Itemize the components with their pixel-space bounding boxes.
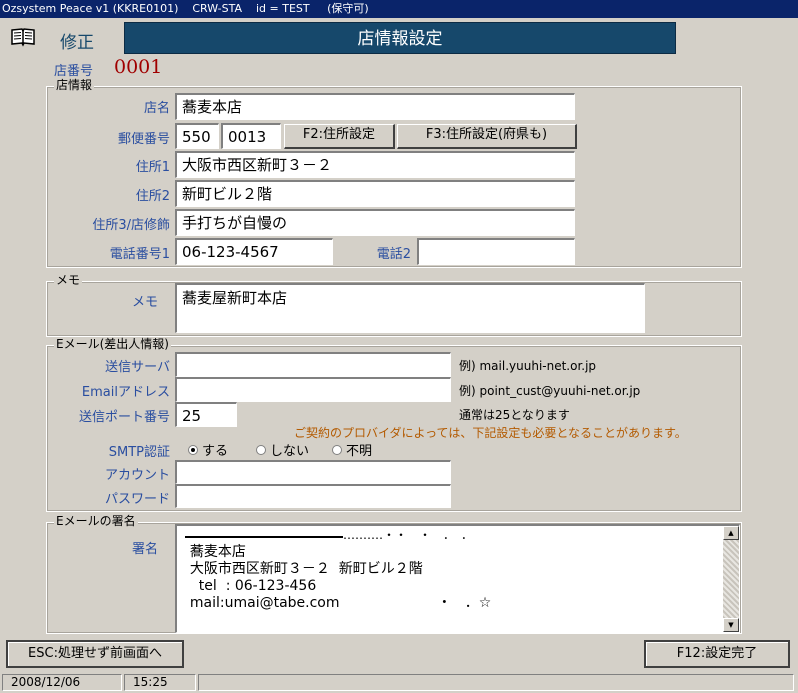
smtp-auth-option-unknown[interactable]: 不明 [332, 440, 372, 459]
signature-group-title: Eメールの署名 [54, 514, 138, 528]
email-address-field[interactable] [175, 377, 451, 402]
status-date: 2008/12/06 [2, 674, 122, 691]
page-title: 店情報設定 [124, 22, 676, 54]
address2-field[interactable]: 新町ビル２階 [175, 180, 575, 207]
signature-line: 大阪市西区新町３－２ 新町ビル２階 [181, 561, 423, 577]
address3-label: 住所3/店修飾 [92, 218, 170, 233]
radio-unknown[interactable] [332, 444, 342, 455]
memo-label: メモ [131, 295, 158, 310]
address3-field[interactable]: 手打ちが自慢の [175, 209, 575, 236]
password-field[interactable] [175, 484, 451, 508]
smtp-port-field[interactable]: 25 [175, 402, 237, 427]
mode-label: 修正 [60, 33, 94, 53]
smtp-auth-option-no[interactable]: しない [256, 440, 309, 459]
postal-code-part2-field[interactable]: 0013 [221, 123, 281, 149]
esc-back-button[interactable]: ESC:処理せず前画面へ [6, 640, 184, 668]
phone2-label: 電話2 [376, 247, 411, 262]
smtp-auth-option-yes[interactable]: する [188, 440, 228, 459]
signature-line: tel : 06-123-456 [181, 578, 317, 594]
account-field[interactable] [175, 460, 451, 484]
address-lookup-button[interactable]: F2:住所設定 [284, 124, 395, 149]
email-address-example: 例) point_cust@yuuhi-net.or.jp [459, 384, 641, 398]
scroll-down-icon[interactable]: ▼ [723, 618, 739, 632]
signature-label: 署名 [131, 542, 158, 557]
f12-complete-button[interactable]: F12:設定完了 [644, 640, 790, 668]
memo-group-title: メモ [54, 273, 83, 287]
postal-code-label: 郵便番号 [117, 132, 170, 147]
signature-scrollbar[interactable]: ▲ ▼ [723, 526, 739, 632]
book-icon [10, 26, 36, 48]
store-name-field[interactable]: 蕎麦本店 [175, 93, 575, 120]
store-name-label: 店名 [143, 101, 170, 116]
phone1-label: 電話番号1 [109, 247, 170, 262]
signature-rule [185, 536, 343, 538]
status-panel [198, 674, 794, 691]
account-label: アカウント [104, 468, 170, 483]
signature-text: 蕎麦本店 大阪市西区新町３－２ 新町ビル２階 tel : 06-123-456 … [181, 544, 491, 612]
email-group-title: Eメール(差出人情報) [54, 337, 171, 351]
signature-line: mail:umai@tabe.com ・ ．☆ [181, 595, 492, 611]
email-address-label: Emailアドレス [81, 385, 170, 400]
radio-no[interactable] [256, 444, 266, 455]
radio-unknown-label: 不明 [346, 444, 373, 459]
smtp-port-label: 送信ポート番号 [78, 410, 170, 425]
address2-label: 住所2 [135, 189, 170, 204]
signature-dots: ……‥‥・・ ・ ． ． [343, 528, 474, 542]
smtp-auth-label: SMTP認証 [108, 445, 170, 460]
store-number-value: 0001 [114, 56, 163, 78]
address1-label: 住所1 [135, 160, 170, 175]
address1-field[interactable]: 大阪市西区新町３－２ [175, 151, 575, 178]
provider-note: ご契約のプロバイダによっては、下記設定も必要となることがあります。 [294, 426, 687, 440]
radio-yes[interactable] [188, 444, 198, 455]
radio-no-label: しない [270, 444, 310, 459]
store-info-group-title: 店情報 [54, 78, 95, 92]
address-lookup-with-prefecture-button[interactable]: F3:住所設定(府県も) [397, 124, 577, 149]
store-number-label: 店番号 [54, 64, 94, 79]
phone1-field[interactable]: 06-123-4567 [175, 238, 333, 265]
radio-yes-label: する [202, 444, 229, 459]
phone2-field[interactable] [417, 238, 575, 265]
signature-textarea[interactable]: ……‥‥・・ ・ ． ． 蕎麦本店 大阪市西区新町３－２ 新町ビル２階 tel … [175, 524, 740, 633]
scroll-up-icon[interactable]: ▲ [723, 526, 739, 540]
status-time: 15:25 [124, 674, 196, 691]
smtp-server-example: 例) mail.yuuhi-net.or.jp [459, 359, 597, 373]
signature-line: 蕎麦本店 [181, 544, 246, 560]
password-label: パスワード [104, 492, 170, 507]
smtp-port-note: 通常は25となります [459, 408, 570, 422]
smtp-server-field[interactable] [175, 352, 451, 377]
memo-field[interactable]: 蕎麦屋新町本店 [175, 283, 645, 333]
smtp-server-label: 送信サーバ [105, 360, 170, 375]
postal-code-part1-field[interactable]: 550 [175, 123, 219, 149]
window-title-bar: Ozsystem Peace v1 (KKRE0101) CRW-STA id … [0, 0, 798, 18]
